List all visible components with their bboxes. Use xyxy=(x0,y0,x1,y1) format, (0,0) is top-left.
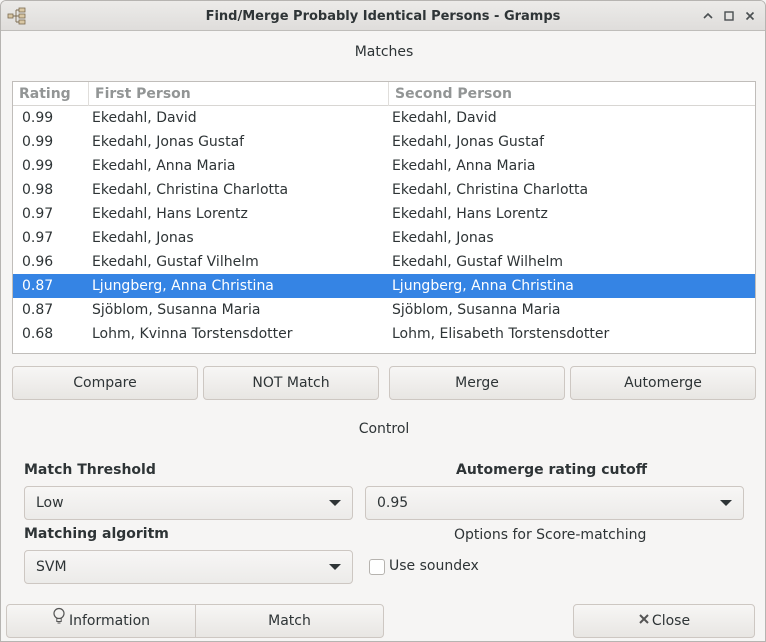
cell-rating: 0.97 xyxy=(22,206,54,222)
match-threshold-label: Match Threshold xyxy=(24,462,156,478)
dialog-window: Find/Merge Probably Identical Persons - … xyxy=(0,0,766,642)
table-header: Rating First Person Second Person xyxy=(13,82,755,106)
cell-first: Lohm, Kvinna Torstensdotter xyxy=(92,326,293,342)
cell-first: Ekedahl, Hans Lorentz xyxy=(92,206,248,222)
match-button[interactable]: Match xyxy=(195,604,384,638)
table-row[interactable]: 0.99 Ekedahl, Jonas Gustaf Ekedahl, Jonas … xyxy=(13,130,755,154)
match-threshold-value: Low xyxy=(36,495,64,511)
table-row[interactable]: 0.87 Ljungberg, Anna Christina Ljungberg, … xyxy=(13,274,755,298)
matches-heading: Matches xyxy=(354,44,414,60)
information-button[interactable]: Information xyxy=(6,604,196,638)
automerge-cutoff-select[interactable]: 0.95 xyxy=(365,486,744,520)
cell-first: Ekedahl, Anna Maria xyxy=(92,158,236,174)
cell-first: Ekedahl, David xyxy=(92,110,197,126)
maximize-icon[interactable] xyxy=(720,7,738,25)
cell-rating: 0.87 xyxy=(22,278,54,294)
title-bar[interactable]: Find/Merge Probably Identical Persons - … xyxy=(1,1,765,31)
cell-rating: 0.68 xyxy=(22,326,54,342)
cell-second: Sjöblom, Susanna Maria xyxy=(392,302,561,318)
cell-rating: 0.99 xyxy=(22,134,54,150)
automerge-button[interactable]: Automerge xyxy=(570,366,756,400)
dropdown-arrow-icon xyxy=(720,500,732,506)
table-row[interactable]: 0.99 Ekedahl, David Ekedahl, David xyxy=(13,106,755,130)
table-row[interactable]: 0.87 Sjöblom, Susanna Maria Sjöblom, Susan… xyxy=(13,298,755,322)
match-threshold-select[interactable]: Low xyxy=(24,486,353,520)
cell-second: Ekedahl, Anna Maria xyxy=(392,158,536,174)
matching-algorithm-label: Matching algoritm xyxy=(24,526,169,542)
cell-rating: 0.98 xyxy=(22,182,54,198)
table-row[interactable]: 0.98 Ekedahl, Christina Charlotta Ekedahl,… xyxy=(13,178,755,202)
cell-second: Ljungberg, Anna Christina xyxy=(392,278,574,294)
cell-second: Lohm, Elisabeth Torstensdotter xyxy=(392,326,610,342)
close-button-label: Close xyxy=(651,613,691,629)
cell-first: Ekedahl, Gustaf Vilhelm xyxy=(92,254,259,270)
cell-rating: 0.87 xyxy=(22,302,54,318)
cell-first: Ekedahl, Christina Charlotta xyxy=(92,182,289,198)
window-title: Find/Merge Probably Identical Persons - … xyxy=(205,9,561,24)
compare-button[interactable]: Compare xyxy=(12,366,198,400)
cell-first: Ekedahl, Jonas Gustaf xyxy=(92,134,245,150)
matching-algorithm-value: SVM xyxy=(36,559,67,575)
merge-button[interactable]: Merge xyxy=(389,366,565,400)
use-soundex-label[interactable]: Use soundex xyxy=(389,558,479,574)
column-header-second-person[interactable]: Second Person xyxy=(388,82,755,106)
cell-second: Ekedahl, Hans Lorentz xyxy=(392,206,548,222)
dropdown-arrow-icon xyxy=(329,564,341,570)
cell-first: Ljungberg, Anna Christina xyxy=(92,278,274,294)
cell-second: Ekedahl, Jonas xyxy=(392,230,494,246)
use-soundex-checkbox[interactable] xyxy=(369,559,385,575)
control-heading: Control xyxy=(358,421,410,437)
cell-first: Sjöblom, Susanna Maria xyxy=(92,302,261,318)
automerge-cutoff-value: 0.95 xyxy=(377,495,409,511)
information-button-label: Information xyxy=(68,613,151,629)
column-header-rating[interactable]: Rating xyxy=(13,82,88,106)
cell-second: Ekedahl, Christina Charlotta xyxy=(392,182,589,198)
up-icon[interactable] xyxy=(699,7,717,25)
close-x-icon xyxy=(638,605,650,637)
close-button[interactable]: Close xyxy=(573,604,755,638)
dropdown-arrow-icon xyxy=(329,500,341,506)
cell-first: Ekedahl, Jonas xyxy=(92,230,194,246)
cell-rating: 0.99 xyxy=(22,110,54,126)
matches-table[interactable]: Rating First Person Second Person 0.99 Ek… xyxy=(12,81,756,354)
close-icon[interactable] xyxy=(741,7,759,25)
cell-second: Ekedahl, Gustaf Wilhelm xyxy=(392,254,563,270)
cell-rating: 0.96 xyxy=(22,254,54,270)
table-row[interactable]: 0.99 Ekedahl, Anna Maria Ekedahl, Anna Mar… xyxy=(13,154,755,178)
table-row[interactable]: 0.96 Ekedahl, Gustaf Vilhelm Ekedahl, Gust… xyxy=(13,250,755,274)
not-match-button[interactable]: NOT Match xyxy=(203,366,379,400)
automerge-cutoff-label: Automerge rating cutoff xyxy=(456,462,648,478)
table-row[interactable]: 0.68 Lohm, Kvinna Torstensdotter Lohm, Eli… xyxy=(13,322,755,346)
cell-rating: 0.97 xyxy=(22,230,54,246)
cell-second: Ekedahl, Jonas Gustaf xyxy=(392,134,545,150)
matching-algorithm-select[interactable]: SVM xyxy=(24,550,353,584)
table-row[interactable]: 0.97 Ekedahl, Jonas Ekedahl, Jonas xyxy=(13,226,755,250)
score-options-label: Options for Score-matching xyxy=(454,527,647,543)
cell-second: Ekedahl, David xyxy=(392,110,497,126)
cell-rating: 0.99 xyxy=(22,158,54,174)
column-header-first-person[interactable]: First Person xyxy=(88,82,388,106)
lightbulb-icon xyxy=(52,605,66,637)
table-row[interactable]: 0.97 Ekedahl, Hans Lorentz Ekedahl, Hans L… xyxy=(13,202,755,226)
